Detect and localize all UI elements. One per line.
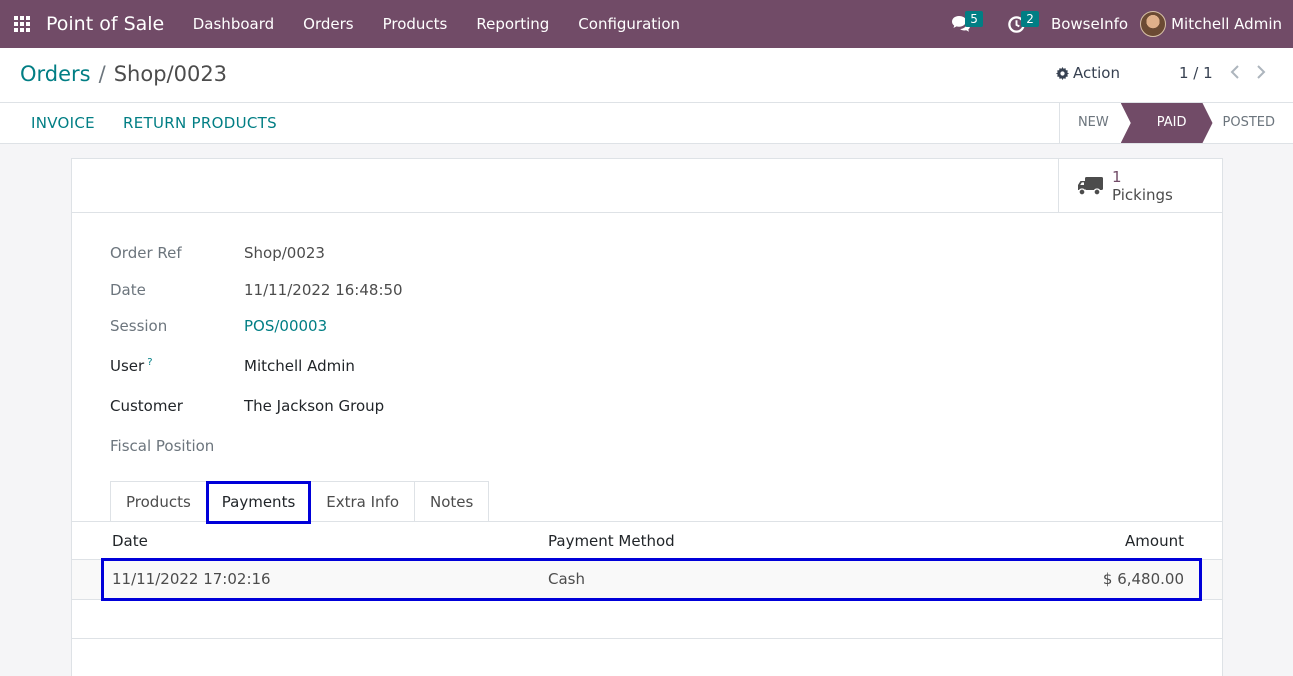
field-user: User? Mitchell Admin: [110, 357, 355, 375]
notebook-tabs: Products Payments Extra Info Notes: [110, 481, 490, 524]
breadcrumb-orders-link[interactable]: Orders: [20, 62, 91, 86]
tab-notes[interactable]: Notes: [414, 481, 490, 522]
control-panel: Orders / Shop/0023 Action 1 / 1: [0, 48, 1293, 103]
stage-new[interactable]: NEW: [1060, 103, 1127, 143]
pager-value[interactable]: 1 / 1: [1179, 64, 1213, 82]
truck-icon: [1078, 176, 1103, 196]
stage-posted[interactable]: POSTED: [1213, 103, 1293, 143]
gear-icon: [1056, 66, 1069, 80]
order-ref-label: Order Ref: [110, 244, 182, 262]
messages-button[interactable]: 5: [933, 0, 989, 48]
user-label: User?: [110, 357, 244, 375]
menu-products[interactable]: Products: [368, 15, 462, 33]
avatar: [1140, 11, 1167, 37]
top-navbar: Point of Sale Dashboard Orders Products …: [0, 0, 1293, 48]
stage-paid[interactable]: PAID: [1121, 103, 1213, 143]
payment-date-cell: 11/11/2022 17:02:16: [112, 570, 271, 588]
date-label: Date: [110, 281, 146, 299]
app-name[interactable]: Point of Sale: [46, 13, 164, 35]
table-header: Date Payment Method Amount: [72, 522, 1222, 560]
field-customer: Customer The Jackson Group: [110, 397, 384, 415]
column-header-date[interactable]: Date: [112, 532, 148, 550]
action-label: Action: [1073, 64, 1120, 82]
menu-dashboard[interactable]: Dashboard: [178, 15, 288, 33]
order-ref-value: Shop/0023: [244, 244, 325, 262]
fiscal-position-label: Fiscal Position: [110, 437, 215, 455]
pickings-label: Pickings: [1112, 185, 1173, 204]
user-label-text: User: [110, 357, 145, 375]
activities-count-badge: 2: [1021, 11, 1039, 27]
user-value[interactable]: Mitchell Admin: [244, 357, 355, 375]
pager-next-button[interactable]: [1251, 62, 1271, 82]
return-products-button[interactable]: RETURN PRODUCTS: [123, 114, 277, 132]
menu-orders[interactable]: Orders: [289, 15, 368, 33]
chevron-left-icon: [1230, 65, 1239, 79]
pickings-smart-button[interactable]: 1 Pickings: [1058, 159, 1222, 212]
tab-extra-info[interactable]: Extra Info: [310, 481, 416, 522]
payment-method-cell: Cash: [548, 570, 585, 588]
apps-menu-icon[interactable]: [0, 0, 44, 48]
activities-button[interactable]: 2: [989, 0, 1045, 48]
field-fiscal-position: Fiscal Position: [110, 437, 244, 455]
breadcrumb: Orders / Shop/0023: [20, 62, 227, 86]
session-link[interactable]: POS/00003: [244, 317, 327, 335]
page-title: Shop/0023: [113, 62, 228, 86]
tab-products[interactable]: Products: [110, 481, 207, 522]
form-sheet: 1 Pickings Order Ref Shop/0023 Date 11/1…: [71, 158, 1223, 676]
empty-table-row: [72, 600, 1222, 639]
breadcrumb-separator: /: [98, 62, 106, 86]
menu-reporting[interactable]: Reporting: [462, 15, 564, 33]
table-row[interactable]: 11/11/2022 17:02:16 Cash $ 6,480.00: [72, 558, 1222, 601]
session-label: Session: [110, 317, 168, 335]
customer-value[interactable]: The Jackson Group: [244, 397, 384, 415]
user-menu[interactable]: Mitchell Admin: [1140, 11, 1293, 37]
column-header-payment-method[interactable]: Payment Method: [548, 532, 675, 550]
column-header-amount[interactable]: Amount: [1125, 532, 1184, 550]
field-order-ref: Order Ref Shop/0023: [110, 244, 325, 262]
field-date: Date 11/11/2022 16:48:50: [110, 281, 403, 299]
help-tooltip-icon[interactable]: ?: [147, 357, 152, 368]
payment-amount-cell: $ 6,480.00: [1102, 570, 1184, 588]
payments-table: Date Payment Method Amount 11/11/2022 17…: [72, 522, 1222, 639]
menu-configuration[interactable]: Configuration: [564, 15, 695, 33]
field-session: Session POS/00003: [110, 317, 327, 335]
pickings-count: 1: [1112, 167, 1122, 186]
status-stages: NEW PAID POSTED: [1058, 103, 1293, 143]
tab-payments[interactable]: Payments: [205, 481, 312, 524]
user-name: Mitchell Admin: [1171, 15, 1282, 33]
invoice-button[interactable]: INVOICE: [31, 114, 95, 132]
date-value: 11/11/2022 16:48:50: [244, 281, 403, 299]
action-button[interactable]: Action: [1056, 64, 1120, 82]
messages-count-badge: 5: [965, 11, 983, 27]
pager-previous-button[interactable]: [1225, 62, 1245, 82]
statusbar: INVOICE RETURN PRODUCTS NEW PAID POSTED: [0, 103, 1293, 144]
chevron-right-icon: [1257, 65, 1266, 79]
button-box: 1 Pickings: [72, 159, 1222, 213]
company-switcher[interactable]: BowseInfo: [1045, 15, 1140, 33]
customer-label: Customer: [110, 397, 183, 415]
